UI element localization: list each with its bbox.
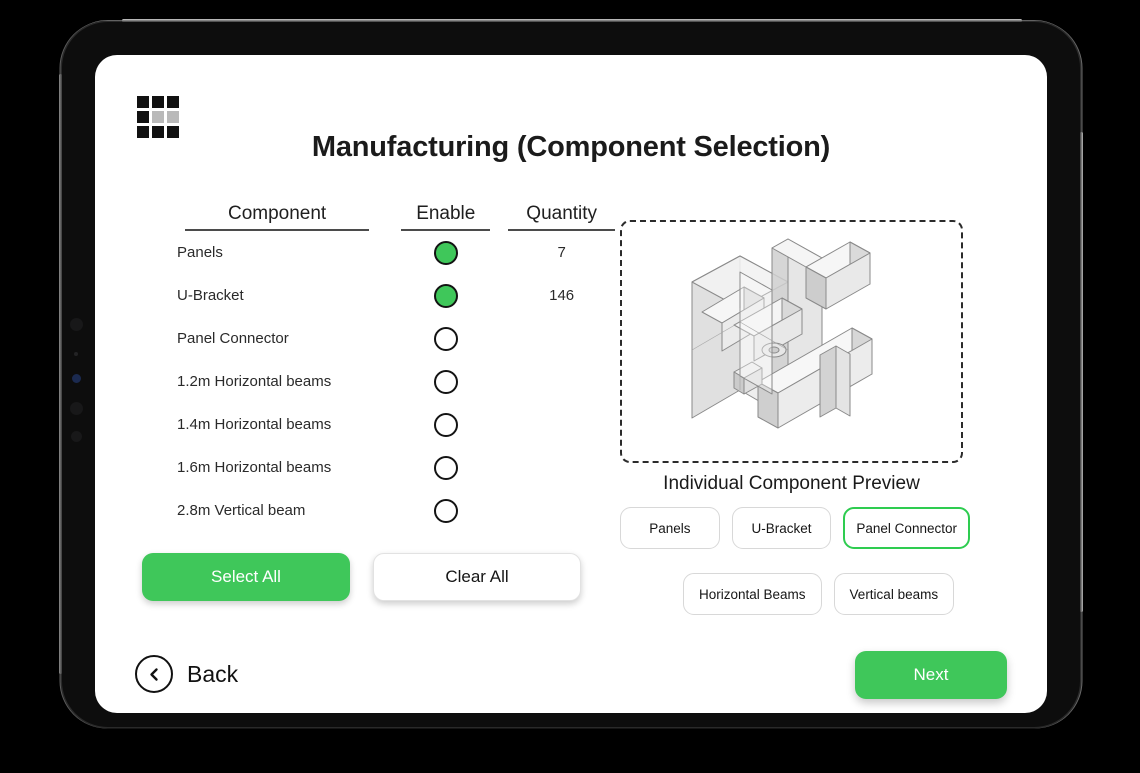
table-row: 2.8m Vertical beam bbox=[140, 489, 615, 532]
enable-toggle-2-8m-vertical-beam[interactable] bbox=[433, 498, 458, 523]
back-button[interactable]: Back bbox=[135, 655, 238, 693]
table-row: 1.6m Horizontal beams bbox=[140, 446, 615, 489]
table-row: Panel Connector bbox=[140, 317, 615, 360]
grid-cell-2 bbox=[152, 96, 164, 108]
clear-all-button[interactable]: Clear All bbox=[373, 553, 581, 601]
next-button[interactable]: Next bbox=[855, 651, 1007, 699]
table-header-row: Component Enable Quantity bbox=[140, 195, 615, 231]
enable-toggle-1-6m-horizontal-beams[interactable] bbox=[433, 455, 458, 480]
preview-chip-panel-connector[interactable]: Panel Connector bbox=[843, 507, 970, 549]
component-name-cell: U-Bracket bbox=[177, 287, 244, 304]
component-name-cell: 1.6m Horizontal beams bbox=[177, 459, 332, 476]
tablet-device-frame: Manufacturing (Component Selection) Comp… bbox=[59, 19, 1083, 727]
enable-toggle-1-4m-horizontal-beams[interactable] bbox=[433, 412, 458, 437]
component-name-cell: Panels bbox=[177, 244, 223, 261]
grid-cell-6 bbox=[167, 111, 179, 123]
preview-chip-horizontal-beams[interactable]: Horizontal Beams bbox=[683, 573, 822, 615]
table-row: Panels 7 bbox=[140, 231, 615, 274]
preview-chip-vertical-beams[interactable]: Vertical beams bbox=[833, 573, 955, 615]
enable-toggle-u-bracket[interactable] bbox=[433, 283, 458, 308]
component-name-cell: 1.2m Horizontal beams bbox=[177, 373, 332, 390]
enable-cell bbox=[401, 455, 490, 480]
enable-cell bbox=[401, 240, 490, 265]
enable-cell bbox=[401, 498, 490, 523]
column-header-component: Component bbox=[185, 203, 370, 231]
column-header-enable: Enable bbox=[401, 203, 491, 231]
tablet-screen: Manufacturing (Component Selection) Comp… bbox=[95, 55, 1047, 713]
panel-connector-3d-model bbox=[691, 238, 873, 429]
preview-heading: Individual Component Preview bbox=[663, 473, 920, 494]
component-name-cell: 1.4m Horizontal beams bbox=[177, 416, 332, 433]
enable-toggle-panels[interactable] bbox=[433, 240, 458, 265]
grid-cell-3 bbox=[167, 96, 179, 108]
quantity-cell: 146 bbox=[549, 287, 575, 304]
bulk-actions-group: Select All Clear All bbox=[142, 553, 581, 601]
preview-chip-panels[interactable]: Panels bbox=[620, 507, 720, 549]
quantity-cell: 7 bbox=[557, 244, 566, 261]
page-title: Manufacturing (Component Selection) bbox=[311, 131, 831, 163]
enable-toggle-panel-connector[interactable] bbox=[433, 326, 458, 351]
enable-cell bbox=[401, 283, 490, 308]
select-all-button[interactable]: Select All bbox=[142, 553, 350, 601]
table-body: Panels 7 U-Bracket 146 Panel Connector 1.2m H… bbox=[140, 231, 615, 532]
front-camera-icon bbox=[70, 318, 83, 331]
ambient-sensor-icon bbox=[74, 352, 78, 356]
back-label: Back bbox=[187, 660, 239, 687]
microphone-upper-icon bbox=[70, 402, 83, 415]
table-row: 1.4m Horizontal beams bbox=[140, 403, 615, 446]
chevron-left-glyph bbox=[149, 667, 158, 681]
preview-chips-row-primary: Panels U-Bracket Panel Connector bbox=[620, 507, 970, 549]
enable-cell bbox=[401, 369, 490, 394]
preview-chips-row-secondary: Horizontal Beams Vertical beams bbox=[683, 573, 955, 615]
chevron-left-circle-icon bbox=[135, 655, 173, 693]
indicator-led-icon bbox=[72, 374, 81, 383]
component-name-cell: Panel Connector bbox=[177, 330, 289, 347]
table-row: 1.2m Horizontal beams bbox=[140, 360, 615, 403]
enable-cell bbox=[401, 412, 490, 437]
device-right-edge-highlight bbox=[1080, 132, 1083, 612]
table-row: U-Bracket 146 bbox=[140, 274, 615, 317]
microphone-lower-icon bbox=[71, 431, 82, 442]
column-header-quantity: Quantity bbox=[508, 203, 615, 231]
device-top-edge-highlight bbox=[122, 19, 1022, 22]
grid-cell-5 bbox=[152, 111, 164, 123]
enable-toggle-1-2m-horizontal-beams[interactable] bbox=[433, 369, 458, 394]
component-preview-frame[interactable] bbox=[620, 220, 963, 463]
grid-cell-4 bbox=[137, 111, 149, 123]
component-name-cell: 2.8m Vertical beam bbox=[177, 502, 306, 519]
grid-cell-1 bbox=[137, 96, 149, 108]
preview-chip-u-bracket[interactable]: U-Bracket bbox=[731, 507, 832, 549]
device-left-edge-highlight bbox=[59, 74, 62, 674]
enable-cell bbox=[401, 326, 490, 351]
component-table: Component Enable Quantity Panels 7 U-Brack… bbox=[140, 195, 615, 532]
